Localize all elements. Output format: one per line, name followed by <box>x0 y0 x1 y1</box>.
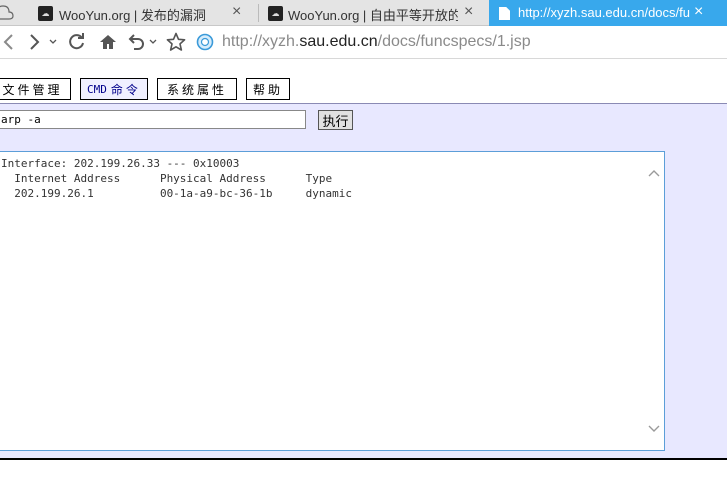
menu-bar: 文件管理 CMD 命令 系统属性 帮助 <box>0 60 727 103</box>
globe-icon <box>196 33 214 51</box>
reload-icon <box>69 33 84 50</box>
execute-button[interactable]: 执行 <box>318 110 353 130</box>
undo-icon <box>128 34 144 50</box>
forward-button[interactable] <box>26 30 44 54</box>
url-domain: sau.edu.cn <box>299 33 378 50</box>
home-button[interactable] <box>97 30 119 54</box>
help-label: 帮助 <box>252 82 283 97</box>
output-text: Interface: 202.199.26.33 --- 0x10003 Int… <box>1 157 352 200</box>
chevron-up-icon <box>648 170 660 177</box>
wooyun-favicon-icon: ☁ <box>38 6 53 21</box>
page-icon <box>499 7 510 20</box>
command-output[interactable]: Interface: 202.199.26.33 --- 0x10003 Int… <box>0 151 665 451</box>
undo-dropdown[interactable] <box>148 30 158 54</box>
back-arrow-icon <box>3 34 13 50</box>
scroll-up-icon[interactable] <box>648 167 660 179</box>
address-bar[interactable]: http://xyzh.sau.edu.cn/docs/funcspecs/1.… <box>196 30 727 54</box>
home-icon <box>100 35 116 49</box>
reload-button[interactable] <box>66 30 88 54</box>
chevron-down-icon <box>149 39 157 44</box>
footer-area <box>0 460 727 488</box>
system-properties-label: 系统属性 <box>166 82 227 97</box>
browser-tab-1[interactable]: ☁ WooYun.org | 发布的漏洞 × <box>0 0 256 26</box>
close-icon[interactable]: × <box>694 3 703 21</box>
history-dropdown[interactable] <box>48 30 58 54</box>
help-button[interactable]: 帮助 <box>246 78 290 100</box>
command-panel: 执行 Interface: 202.199.26.33 --- 0x10003 … <box>0 103 727 458</box>
chevron-down-icon <box>49 39 57 44</box>
chevron-down-icon <box>648 425 660 432</box>
tab-title: http://xyzh.sau.edu.cn/docs/fu <box>518 5 690 20</box>
tab-strip: ☁ WooYun.org | 发布的漏洞 × ☁ WooYun.org | 自由… <box>0 0 727 26</box>
tab-title: WooYun.org | 自由平等开放的 <box>288 8 458 23</box>
browser-tab-2[interactable]: ☁ WooYun.org | 自由平等开放的 × <box>259 0 487 26</box>
command-input[interactable] <box>0 110 306 129</box>
cmd-label: CMD <box>87 82 107 96</box>
page-content: 文件管理 CMD命令 系统属性 帮助 执行 Interface: 202.199… <box>0 60 727 488</box>
url-suffix: /docs/funcspecs/1.jsp <box>377 33 531 50</box>
star-icon <box>166 32 186 51</box>
browser-toolbar: http://xyzh.sau.edu.cn/docs/funcspecs/1.… <box>0 26 727 59</box>
scroll-down-icon[interactable] <box>648 423 660 435</box>
url-text: http://xyzh.sau.edu.cn/docs/funcspecs/1.… <box>222 33 531 51</box>
cmd-rest-label: 命令 <box>110 82 141 97</box>
browser-tab-active[interactable]: http://xyzh.sau.edu.cn/docs/fu × <box>489 0 727 26</box>
undo-button[interactable] <box>125 30 147 54</box>
back-button[interactable] <box>0 30 16 54</box>
file-manage-label: 文件管理 <box>2 82 63 97</box>
close-icon[interactable]: × <box>464 3 473 21</box>
file-manage-button[interactable]: 文件管理 <box>0 78 71 100</box>
cloud-icon <box>0 5 14 20</box>
url-prefix: http://xyzh. <box>222 33 300 50</box>
bookmark-button[interactable] <box>164 30 188 54</box>
forward-arrow-icon <box>30 34 40 50</box>
close-icon[interactable]: × <box>232 3 241 21</box>
tab-title: WooYun.org | 发布的漏洞 <box>59 8 206 23</box>
system-properties-button[interactable]: 系统属性 <box>157 78 237 100</box>
wooyun-favicon-icon: ☁ <box>268 6 283 21</box>
cmd-command-button[interactable]: CMD 命令 <box>80 78 148 100</box>
